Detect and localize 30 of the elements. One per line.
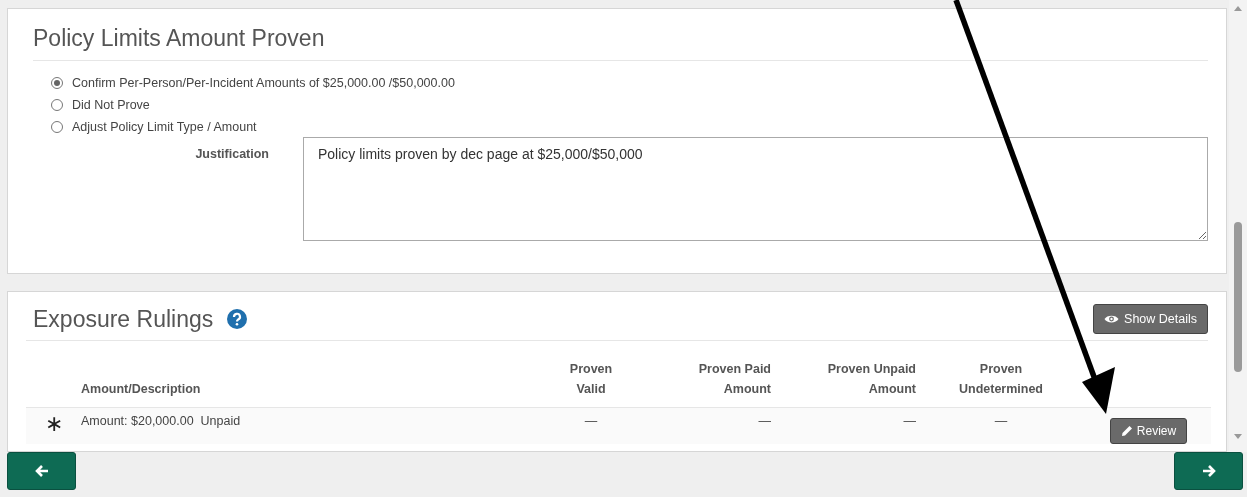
pencil-icon <box>1120 425 1133 437</box>
table-cell: — <box>994 414 1008 428</box>
table-cell: — <box>758 414 771 428</box>
row-marker: ∗ <box>44 411 63 436</box>
radio-option[interactable]: Confirm Per-Person/Per-Incident Amounts of $25,000.00 /$50,000.00 <box>51 76 1208 90</box>
column-header: Proven Paid Amount <box>697 361 771 398</box>
show-details-button[interactable]: Show Details <box>1093 304 1208 334</box>
column-header: Proven Valid <box>568 361 614 398</box>
justification-field[interactable]: Policy limits proven by dec page at $25,000/$50,000 <box>303 137 1208 241</box>
radio-option[interactable]: Did Not Prove <box>51 98 1208 112</box>
review-button[interactable]: Review <box>1109 418 1188 444</box>
arrow-right-icon <box>1201 464 1216 478</box>
radio-button[interactable] <box>51 77 63 89</box>
table-cell: — <box>584 414 598 428</box>
next-button[interactable] <box>1174 452 1243 490</box>
radio-option[interactable]: Adjust Policy Limit Type / Amount <box>51 120 1208 134</box>
field-label: Justification <box>194 146 270 161</box>
column-header: Amount/Description <box>81 381 201 398</box>
table-cell: — <box>903 414 916 428</box>
section-title: Policy Limits Amount Proven <box>33 25 325 52</box>
radio-button[interactable] <box>51 99 63 111</box>
help-icon[interactable] <box>227 309 248 329</box>
column-header: Proven Unpaid Amount <box>826 361 916 398</box>
column-header: Proven Undetermined <box>957 361 1044 398</box>
eye-icon <box>1104 314 1120 324</box>
back-button[interactable] <box>7 452 76 490</box>
table-cell: Amount: $20,000.00 Unpaid <box>81 414 241 428</box>
arrow-left-icon <box>34 464 49 478</box>
section-title: Exposure Rulings <box>33 305 214 333</box>
radio-button[interactable] <box>51 121 63 133</box>
